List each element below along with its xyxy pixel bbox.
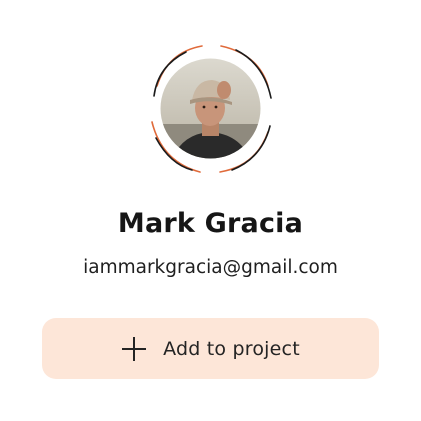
add-to-project-label: Add to project	[163, 337, 300, 360]
plus-icon	[122, 336, 147, 361]
user-email: iammarkgracia@gmail.com	[83, 257, 338, 278]
profile-card: Mark Gracia iammarkgracia@gmail.com Add …	[0, 0, 421, 421]
add-to-project-button[interactable]: Add to project	[42, 318, 379, 379]
avatar[interactable]	[140, 38, 281, 179]
user-name: Mark Gracia	[117, 208, 304, 239]
avatar-image	[151, 45, 272, 173]
